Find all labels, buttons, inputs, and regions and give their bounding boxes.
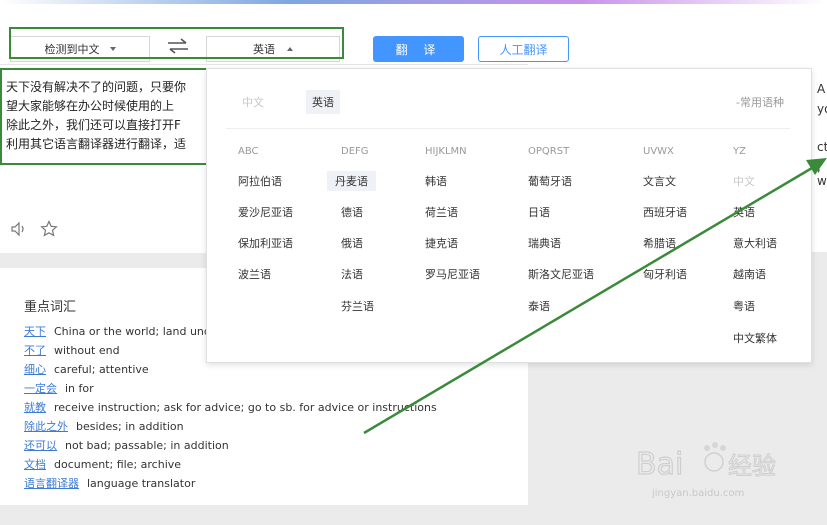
language-option[interactable]: 爱沙尼亚语 xyxy=(238,204,293,220)
language-option[interactable]: 粤语 xyxy=(733,298,755,314)
column-header: HIJKLMN xyxy=(425,146,467,157)
result-snippet: , w xyxy=(817,160,827,188)
column-header: ABC xyxy=(238,146,259,157)
language-option[interactable]: 罗马尼亚语 xyxy=(425,266,480,282)
column-header: UVWX xyxy=(643,146,674,157)
vocab-word-link[interactable]: 除此之外 xyxy=(24,420,68,433)
human-translation-button[interactable]: 人工翻译 xyxy=(478,36,569,62)
baidu-watermark-logo: Bai 经验 xyxy=(636,442,777,483)
result-snippet: A xyxy=(817,82,826,96)
star-icon[interactable] xyxy=(40,220,58,238)
svg-text:经验: 经验 xyxy=(728,452,776,480)
vocab-definition: document; file; archive xyxy=(54,458,182,471)
vocab-row: 语言翻译器 language translator xyxy=(24,475,195,491)
svg-text:Bai: Bai xyxy=(636,447,683,482)
language-option[interactable]: 泰语 xyxy=(528,298,550,314)
vocab-definition: not bad; passable; in addition xyxy=(65,439,229,452)
vocab-word-link[interactable]: 天下 xyxy=(24,325,46,338)
watermark-url: jingyan.baidu.com xyxy=(652,488,745,499)
language-option[interactable]: 德语 xyxy=(341,204,363,220)
vocab-word-link[interactable]: 文档 xyxy=(24,458,46,471)
language-option[interactable]: 意大利语 xyxy=(733,235,777,251)
vocab-definition: language translator xyxy=(87,477,196,490)
language-option[interactable]: 芬兰语 xyxy=(341,298,374,314)
result-snippet: ctly xyxy=(817,140,827,154)
language-option[interactable]: 阿拉伯语 xyxy=(238,173,282,189)
column-header: DEFG xyxy=(341,146,369,157)
language-option[interactable]: 文言文 xyxy=(643,173,676,189)
vocab-row: 细心 careful; attentive xyxy=(24,361,149,377)
language-option[interactable]: 中文繁体 xyxy=(733,330,777,346)
language-option[interactable]: 斯洛文尼亚语 xyxy=(528,266,594,282)
vocab-row: 一定会 in for xyxy=(24,380,94,396)
vocab-row: 天下 China or the world; land und xyxy=(24,323,211,339)
language-option[interactable]: 越南语 xyxy=(733,266,766,282)
vocab-word-link[interactable]: 不了 xyxy=(24,344,46,357)
column-header: YZ xyxy=(733,146,746,157)
vocab-definition: in for xyxy=(65,382,94,395)
vocab-row: 就教 receive instruction; ask for advice; g… xyxy=(24,399,437,415)
language-option[interactable]: 匈牙利语 xyxy=(643,266,687,282)
language-option[interactable]: 中文 xyxy=(733,173,755,189)
vocab-definition: China or the world; land und xyxy=(54,325,211,338)
vocab-row: 除此之外 besides; in addition xyxy=(24,418,184,434)
vocab-definition: besides; in addition xyxy=(76,420,184,433)
vocab-row: 还可以 not bad; passable; in addition xyxy=(24,437,229,453)
language-option[interactable]: 荷兰语 xyxy=(425,204,458,220)
vocab-definition: without end xyxy=(54,344,120,357)
vocab-word-link[interactable]: 细心 xyxy=(24,363,46,376)
common-languages-label: -常用语种 xyxy=(736,96,784,109)
vocab-word-link[interactable]: 还可以 xyxy=(24,439,57,452)
language-option[interactable]: 俄语 xyxy=(341,235,363,251)
language-option[interactable]: 葡萄牙语 xyxy=(528,173,572,189)
dropdown-divider xyxy=(226,128,790,129)
language-dropdown xyxy=(206,68,812,363)
language-option[interactable]: 日语 xyxy=(528,204,550,220)
language-option[interactable]: 丹麦语 xyxy=(327,171,376,191)
annotation-box-source xyxy=(0,68,222,165)
speaker-icon[interactable] xyxy=(10,221,28,237)
vocab-title: 重点词汇 xyxy=(24,300,77,315)
vocab-word-link[interactable]: 一定会 xyxy=(24,382,57,395)
annotation-box-languages xyxy=(9,27,344,59)
language-option[interactable]: 韩语 xyxy=(425,173,447,189)
tab-chinese[interactable]: 中文 xyxy=(242,94,264,110)
vocab-row: 不了 without end xyxy=(24,342,120,358)
language-option[interactable]: 捷克语 xyxy=(425,235,458,251)
vocab-row: 文档 document; file; archive xyxy=(24,456,181,472)
vocab-word-link[interactable]: 就教 xyxy=(24,401,46,414)
language-option[interactable]: 法语 xyxy=(341,266,363,282)
result-snippet: yo xyxy=(817,102,827,116)
vocab-definition: careful; attentive xyxy=(54,363,149,376)
column-header: OPQRST xyxy=(528,146,570,157)
language-option[interactable]: 波兰语 xyxy=(238,266,271,282)
language-option[interactable]: 英语 xyxy=(733,204,755,220)
language-option[interactable]: 保加利亚语 xyxy=(238,235,293,251)
vocab-word-link[interactable]: 语言翻译器 xyxy=(24,477,79,490)
translate-button[interactable]: 翻 译 xyxy=(373,36,464,62)
language-option[interactable]: 瑞典语 xyxy=(528,235,561,251)
language-option[interactable]: 西班牙语 xyxy=(643,204,687,220)
tab-english[interactable]: 英语 xyxy=(306,90,340,114)
vocab-definition: receive instruction; ask for advice; go … xyxy=(54,401,437,414)
language-option[interactable]: 希腊语 xyxy=(643,235,676,251)
